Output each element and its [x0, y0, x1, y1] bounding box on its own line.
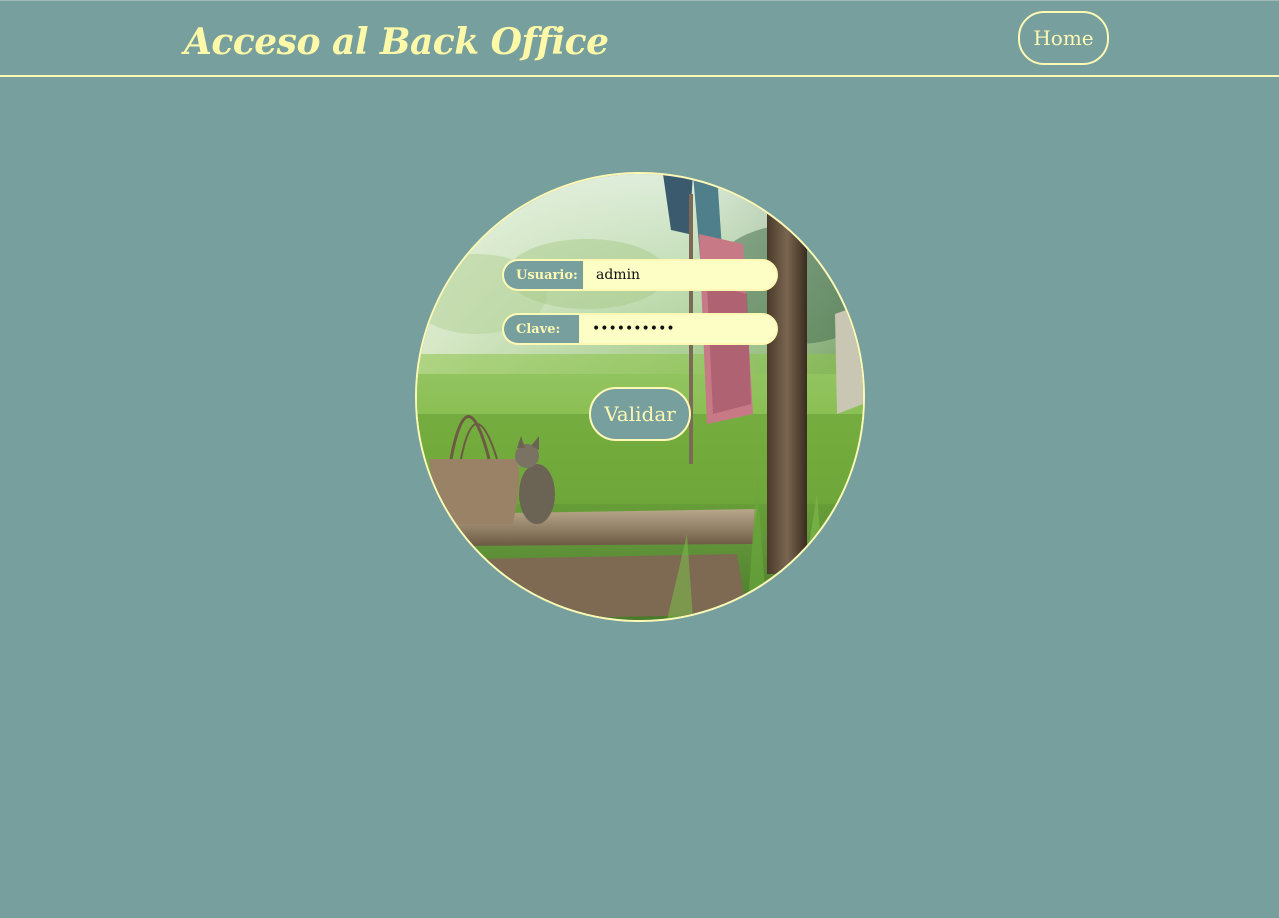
password-field-group: Clave:	[502, 313, 778, 345]
password-label: Clave:	[504, 315, 580, 343]
page-title: Acceso al Back Office	[184, 21, 609, 63]
username-label: Usuario:	[504, 261, 584, 289]
username-field-group: Usuario:	[502, 259, 778, 291]
password-input[interactable]	[580, 315, 776, 343]
home-button[interactable]: Home	[1018, 11, 1109, 65]
page-header: Acceso al Back Office Home	[0, 0, 1279, 77]
validate-button[interactable]: Validar	[589, 387, 691, 441]
username-input[interactable]	[584, 261, 776, 289]
